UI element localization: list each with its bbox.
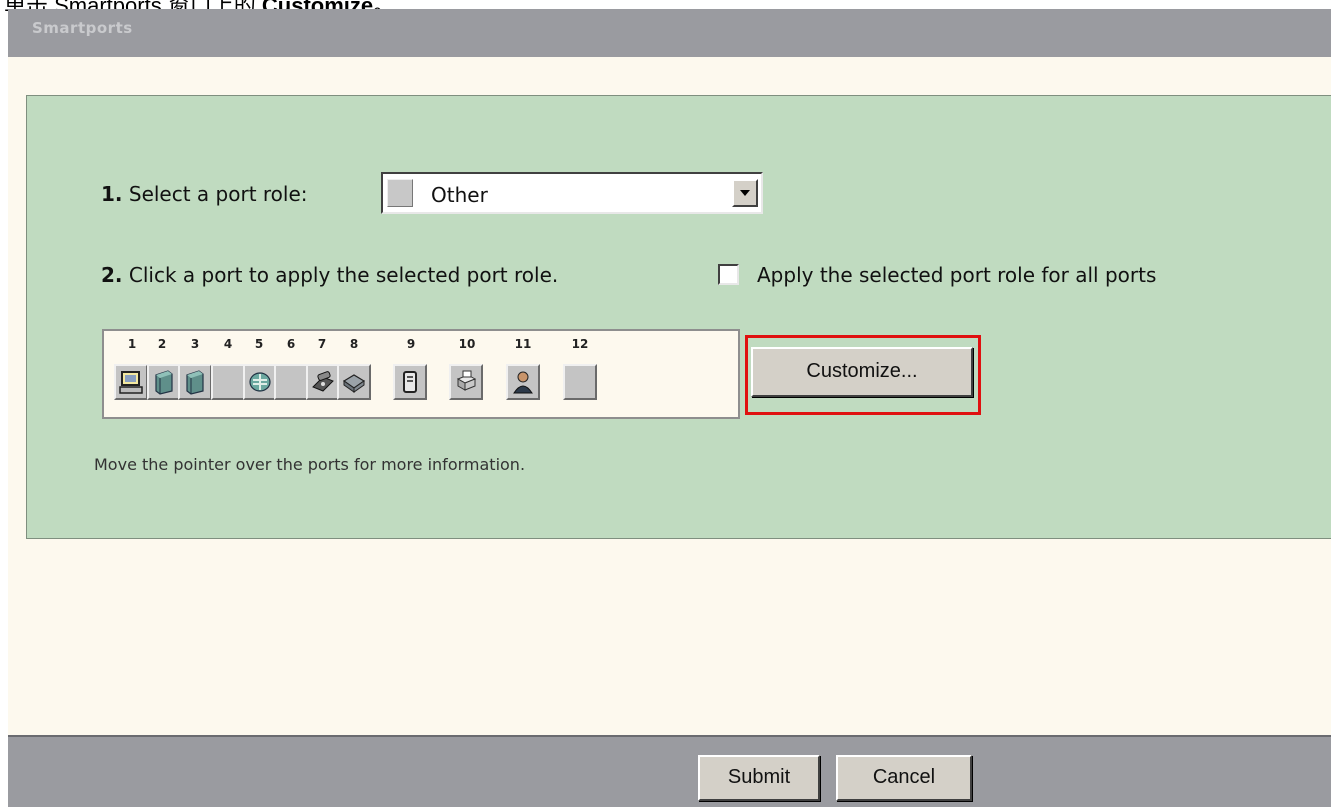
server-icon <box>403 371 417 393</box>
switch-icon <box>186 370 204 395</box>
footer-bar <box>8 735 1331 807</box>
customize-button[interactable]: Customize... <box>751 347 973 397</box>
port-7[interactable] <box>306 364 340 400</box>
port-number: 5 <box>254 337 264 351</box>
port-number: 4 <box>223 337 233 351</box>
port-4[interactable] <box>211 364 245 400</box>
port-number: 11 <box>514 337 532 351</box>
step1-label: 1. Select a port role: <box>101 182 308 206</box>
submit-button[interactable]: Submit <box>698 755 820 801</box>
switch-icon <box>155 370 173 395</box>
access-point-icon <box>342 374 366 393</box>
ip-phone-icon <box>312 371 334 392</box>
port-2[interactable] <box>147 364 181 400</box>
port-11[interactable] <box>506 364 540 400</box>
title-bar: Smartports <box>8 9 1331 57</box>
empty-port-icon <box>568 369 592 395</box>
port-number: 12 <box>571 337 589 351</box>
port-12[interactable] <box>563 364 597 400</box>
dropdown-arrow-icon[interactable] <box>732 179 758 207</box>
port-1[interactable] <box>114 364 148 400</box>
port-number: 1 <box>127 337 137 351</box>
port-number: 3 <box>190 337 200 351</box>
port-number: 2 <box>157 337 167 351</box>
empty-port-icon <box>216 369 240 395</box>
cancel-button[interactable]: Cancel <box>836 755 972 801</box>
printer-icon <box>456 370 477 391</box>
port-8[interactable] <box>337 364 371 400</box>
router-icon <box>249 372 271 392</box>
port-role-select[interactable]: Other <box>381 172 763 214</box>
port-number: 7 <box>317 337 327 351</box>
port-5[interactable] <box>243 364 277 400</box>
empty-port-icon <box>279 369 303 395</box>
apply-all-checkbox[interactable] <box>718 264 739 285</box>
port-number: 6 <box>286 337 296 351</box>
step2-label: 2. Click a port to apply the selected po… <box>101 263 559 287</box>
desktop-icon <box>119 371 143 394</box>
user-icon <box>513 371 533 394</box>
role-swatch-icon <box>387 179 413 207</box>
hint-text: Move the pointer over the ports for more… <box>94 455 526 474</box>
port-6[interactable] <box>274 364 308 400</box>
port-number: 9 <box>406 337 416 351</box>
port-10[interactable] <box>449 364 483 400</box>
port-role-value: Other <box>431 183 488 207</box>
port-number: 10 <box>458 337 476 351</box>
apply-all-label: Apply the selected port role for all por… <box>757 263 1157 287</box>
port-9[interactable] <box>393 364 427 400</box>
port-number: 8 <box>349 337 359 351</box>
window-title: Smartports <box>32 19 133 37</box>
port-3[interactable] <box>178 364 212 400</box>
smartports-window: 单击 Smartports 窗口上的 Customize。 Smartports… <box>0 0 1331 807</box>
